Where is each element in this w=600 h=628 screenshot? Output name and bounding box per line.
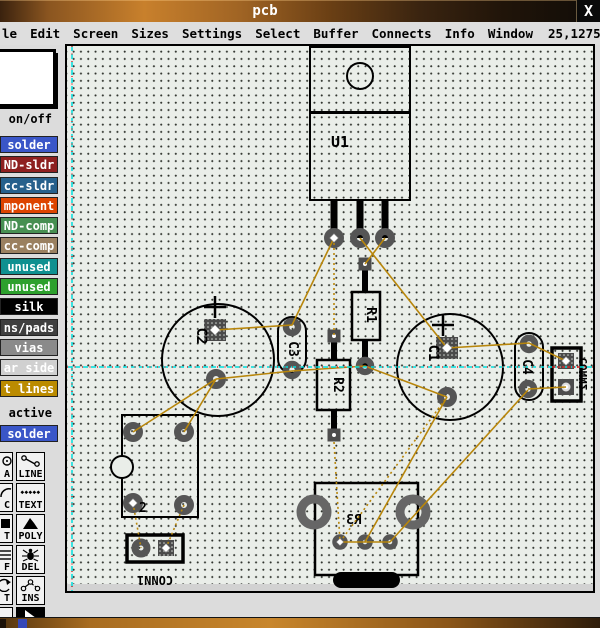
window-resize-grip[interactable] xyxy=(18,619,27,628)
pcb-application-window: pcb X le Edit Screen Sizes Settings Sele… xyxy=(0,0,600,628)
layer-toggle-solder[interactable]: solder xyxy=(0,136,58,153)
menu-item-select[interactable]: Select xyxy=(255,26,300,41)
text-icon xyxy=(17,485,44,500)
menu-item-buffer[interactable]: Buffer xyxy=(313,26,358,41)
cursor-position-readout: 25,1275 xyxy=(548,26,600,41)
window-bottom-border[interactable] xyxy=(0,617,600,628)
tool-rect-button[interactable]: T xyxy=(0,514,13,543)
component-r2[interactable]: R2 xyxy=(317,330,350,442)
tool-ins-button[interactable]: INS xyxy=(16,576,45,605)
c2-label: C2 xyxy=(193,328,209,345)
layer-toggle-component[interactable]: mponent xyxy=(0,197,58,214)
menu-item-file[interactable]: le xyxy=(2,26,17,41)
menu-item-window[interactable]: Window xyxy=(488,26,533,41)
menu-item-sizes[interactable]: Sizes xyxy=(131,26,169,41)
r3-mount-hole-right xyxy=(400,499,426,525)
layer-toggle-far-side[interactable]: ar side xyxy=(0,359,58,376)
layer-toggle-pins-pads[interactable]: ns/pads xyxy=(0,319,58,336)
u2-notch xyxy=(111,456,133,478)
menu-item-connects[interactable]: Connects xyxy=(372,26,432,41)
tool-text-button[interactable]: TEXT xyxy=(16,483,45,512)
c2-plus-mark xyxy=(204,296,226,318)
layer-toggle-gnd-comp[interactable]: ND-comp xyxy=(0,217,58,234)
menu-item-edit[interactable]: Edit xyxy=(30,26,60,41)
u2-label: 2 xyxy=(139,501,147,516)
c3-pin1[interactable] xyxy=(286,321,298,333)
close-button[interactable]: X xyxy=(576,0,600,22)
menu-item-screen[interactable]: Screen xyxy=(73,26,118,41)
layer-toggle-unused-2[interactable]: unused xyxy=(0,278,58,295)
pcb-drawing: U1 C2 C3 R2 xyxy=(67,46,593,591)
c1-label: C1 xyxy=(425,345,441,362)
pcb-layout-canvas[interactable]: U1 C2 C3 R2 xyxy=(65,44,595,593)
tool-poly-button[interactable]: POLY xyxy=(16,514,45,543)
layer-toggle-list: solder ND-sldr cc-sldr mponent ND-comp c… xyxy=(0,136,58,400)
arc-icon xyxy=(0,485,10,500)
menu-item-settings[interactable]: Settings xyxy=(182,26,242,41)
conn2-label: CONN2 xyxy=(577,357,590,390)
layer-toggle-gnd-sldr[interactable]: ND-sldr xyxy=(0,156,58,173)
r1-label: R1 xyxy=(363,307,378,323)
r3-label: R3 xyxy=(346,513,362,528)
insert-point-icon xyxy=(17,578,44,593)
layer-toggle-rat-lines[interactable]: t lines xyxy=(0,380,58,397)
line-icon xyxy=(17,454,44,469)
layer-toggle-unused-1[interactable]: unused xyxy=(0,258,58,275)
layer-toggle-silk[interactable]: silk xyxy=(0,298,58,315)
window-title: pcb xyxy=(0,0,530,22)
polygon-icon xyxy=(17,516,44,531)
active-layer-label: active xyxy=(0,406,52,420)
layer-toggle-vcc-sldr[interactable]: cc-sldr xyxy=(0,177,58,194)
layer-toggle-vcc-comp[interactable]: cc-comp xyxy=(0,237,58,254)
layer-preview-box xyxy=(0,49,56,107)
via-icon xyxy=(0,454,10,469)
menu-item-info[interactable]: Info xyxy=(445,26,475,41)
component-u1[interactable]: U1 xyxy=(310,47,410,245)
component-c2[interactable]: C2 xyxy=(162,296,274,416)
window-corner-dark xyxy=(0,619,6,628)
r3-shaft-mark xyxy=(333,572,400,588)
u1-mounting-hole xyxy=(347,63,373,89)
component-r3[interactable]: R3 xyxy=(301,483,426,588)
component-conn2[interactable]: CONN2 xyxy=(552,348,590,401)
menu-bar: le Edit Screen Sizes Settings Select Buf… xyxy=(0,22,600,45)
bug-delete-icon xyxy=(17,547,44,562)
tool-rot-button[interactable]: T xyxy=(0,576,13,605)
component-r1[interactable]: R1 xyxy=(352,258,380,373)
onoff-label: on/off xyxy=(0,112,52,126)
active-layer-button[interactable]: solder xyxy=(0,425,58,442)
c3-label: C3 xyxy=(285,341,300,357)
tool-arc-button[interactable]: C xyxy=(0,483,13,512)
conn1-label: CONN1 xyxy=(137,573,173,587)
tool-via-button[interactable]: A xyxy=(0,452,13,481)
layer-toggle-vias[interactable]: vias xyxy=(0,339,58,356)
title-bar[interactable]: pcb X xyxy=(0,0,600,22)
r2-label: R2 xyxy=(330,377,345,393)
tool-del-button[interactable]: DEL xyxy=(16,545,45,574)
rect-icon xyxy=(0,516,10,531)
rotate-icon xyxy=(0,578,10,593)
buffer-icon xyxy=(0,547,10,562)
component-conn1[interactable]: CONN1 xyxy=(127,535,183,587)
tool-buf-button[interactable]: F xyxy=(0,545,13,574)
u1-label: U1 xyxy=(331,133,349,151)
tool-line-button[interactable]: LINE xyxy=(16,452,45,481)
